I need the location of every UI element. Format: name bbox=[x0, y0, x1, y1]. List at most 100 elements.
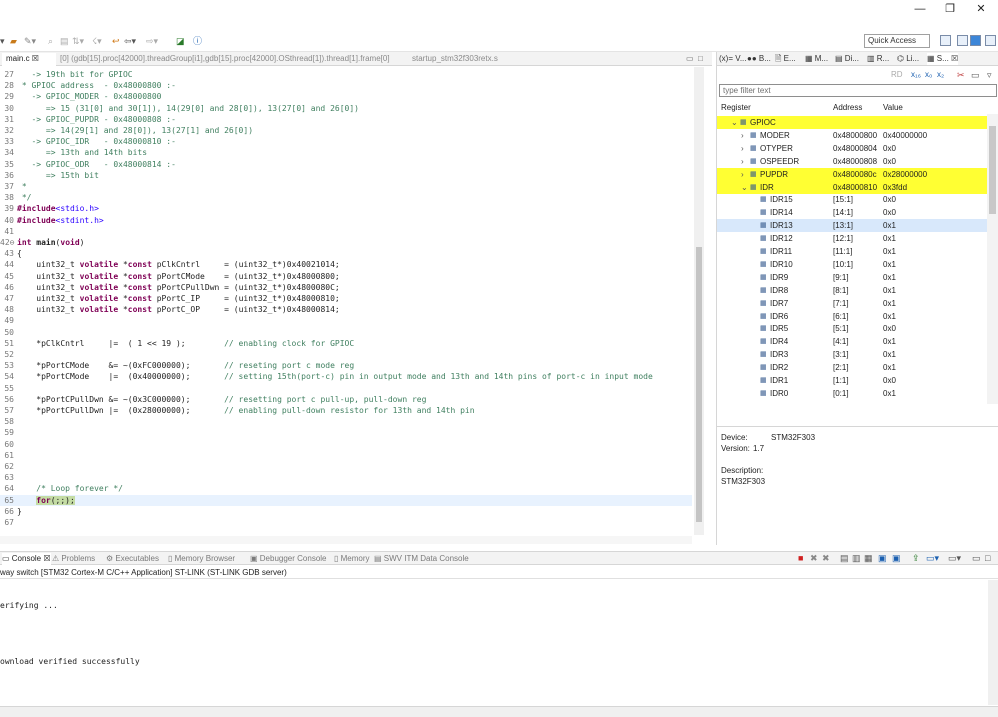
register-value[interactable]: 0x1 bbox=[883, 219, 896, 232]
register-value[interactable]: 0x0 bbox=[883, 193, 896, 206]
code-line[interactable]: 52 bbox=[0, 349, 692, 360]
perspective-icon-1[interactable] bbox=[940, 35, 951, 46]
code-line[interactable]: 33 -> GPIOC_IDR - 0x48000810 :- bbox=[0, 136, 692, 147]
code-text[interactable]: *pPortCMode &= ~(0xFC000000); // resetin… bbox=[14, 360, 354, 371]
show-on-output-icon[interactable]: ▣ bbox=[878, 553, 887, 564]
console-tab-2[interactable]: ⚙ Executables bbox=[106, 553, 159, 565]
register-value[interactable]: 0x0 bbox=[883, 374, 896, 387]
tab-frame[interactable]: [0] (gdb[15].proc[42000].threadGroup[i1]… bbox=[60, 53, 400, 66]
code-line[interactable]: 67 bbox=[0, 517, 692, 528]
code-text[interactable]: uint32_t volatile *const pPortCMode = (u… bbox=[14, 271, 339, 282]
code-line[interactable]: 36 => 15th bit bbox=[0, 170, 692, 181]
register-row[interactable]: ▦ IDR14 [14:1] 0x0 bbox=[717, 206, 987, 219]
code-line[interactable]: 40 #include<stdint.h> bbox=[0, 215, 692, 226]
code-text[interactable]: => 15 (31[0] and 30[1]), 14(29[0] and 28… bbox=[14, 103, 359, 114]
register-value[interactable]: 0x0 bbox=[883, 322, 896, 335]
register-row[interactable]: › ▦ OTYPER 0x48000804 0x0 bbox=[717, 142, 987, 155]
right-tab-4[interactable]: ▤ Di... bbox=[835, 53, 859, 65]
code-line[interactable]: 54 *pPortCMode |= (0x40000000); // setti… bbox=[0, 371, 692, 382]
build-icon[interactable]: ✎▾ bbox=[24, 35, 36, 47]
code-line[interactable]: 60 bbox=[0, 439, 692, 450]
register-row[interactable]: ▦ IDR5 [5:1] 0x0 bbox=[717, 322, 987, 335]
register-value[interactable]: 0x1 bbox=[883, 335, 896, 348]
console-tab-5[interactable]: ▯ Memory bbox=[334, 553, 370, 565]
code-text[interactable]: uint32_t volatile *const pPortCPullDwn =… bbox=[14, 282, 339, 293]
code-line[interactable]: 49 bbox=[0, 315, 692, 326]
code-text[interactable]: for(;;); bbox=[14, 495, 75, 506]
view-menu-icon[interactable]: ▭ bbox=[971, 70, 980, 81]
code-line[interactable]: 41 bbox=[0, 226, 692, 237]
close-window-button[interactable]: ✕ bbox=[966, 2, 996, 18]
right-tab-0[interactable]: (x)= V... bbox=[719, 53, 747, 65]
code-line[interactable]: 37 * bbox=[0, 181, 692, 192]
register-row[interactable]: ▦ IDR15 [15:1] 0x0 bbox=[717, 193, 987, 206]
editor-scroll-thumb[interactable] bbox=[696, 247, 702, 522]
console-tab-1[interactable]: ⚠ Problems bbox=[52, 553, 95, 565]
register-value[interactable]: 0x40000000 bbox=[883, 129, 927, 142]
code-line[interactable]: 53 *pPortCMode &= ~(0xFC000000); // rese… bbox=[0, 360, 692, 371]
rd-button[interactable]: RD bbox=[891, 70, 903, 79]
code-text[interactable]: uint32_t volatile *const pPortC_IP = (ui… bbox=[14, 293, 339, 304]
console-tab-0[interactable]: ▭ Console ☒ bbox=[2, 553, 51, 565]
register-value[interactable]: 0x1 bbox=[883, 310, 896, 323]
display-console-icon[interactable]: ▭▾ bbox=[926, 553, 939, 564]
code-line[interactable]: 43{ bbox=[0, 248, 692, 259]
word-wrap-icon[interactable]: ▦ bbox=[864, 553, 873, 564]
dec-format-icon[interactable]: x₀ bbox=[925, 70, 932, 79]
back-dropdown-icon[interactable]: ⇦▾ bbox=[124, 35, 136, 47]
register-scrollbar[interactable] bbox=[987, 114, 998, 404]
code-text[interactable]: /* Loop forever */ bbox=[14, 483, 123, 494]
register-row[interactable]: › ▦ OSPEEDR 0x48000808 0x0 bbox=[717, 155, 987, 168]
register-value[interactable]: 0x0 bbox=[883, 155, 896, 168]
code-line[interactable]: 64 /* Loop forever */ bbox=[0, 483, 692, 494]
register-value[interactable]: 0x1 bbox=[883, 232, 896, 245]
show-on-error-icon[interactable]: ▣ bbox=[892, 553, 901, 564]
right-tab-2[interactable]: 🗎 E... bbox=[775, 53, 796, 65]
register-value[interactable]: 0x0 bbox=[883, 142, 896, 155]
code-line[interactable]: 31 -> GPIOC_PUPDR - 0x48000808 :- bbox=[0, 114, 692, 125]
bin-format-icon[interactable]: x₂ bbox=[937, 70, 944, 79]
minimize-console-icon[interactable]: ▭ bbox=[972, 553, 981, 564]
code-text[interactable]: *pPortCPullDwn &= ~(0x3C000000); // rese… bbox=[14, 394, 426, 405]
register-row[interactable]: ▦ IDR13 [13:1] 0x1 bbox=[717, 219, 987, 233]
code-line[interactable]: 59 bbox=[0, 427, 692, 438]
open-folder-icon[interactable]: ▰ bbox=[10, 35, 17, 47]
code-text[interactable]: uint32_t volatile *const pClkCntrl = (ui… bbox=[14, 259, 339, 270]
register-row[interactable]: ▦ IDR8 [8:1] 0x1 bbox=[717, 284, 987, 297]
maximize-console-icon[interactable]: □ bbox=[985, 553, 990, 563]
code-text[interactable]: #include<stdio.h> bbox=[14, 203, 99, 214]
register-row[interactable]: › ▦ MODER 0x48000800 0x40000000 bbox=[717, 129, 987, 142]
code-line[interactable]: 30 => 15 (31[0] and 30[1]), 14(29[0] and… bbox=[0, 103, 692, 114]
register-row[interactable]: ▦ IDR0 [0:1] 0x1 bbox=[717, 387, 987, 400]
remove-all-icon[interactable]: ✖ bbox=[822, 553, 830, 564]
right-tab-6[interactable]: ⌬ Li... bbox=[897, 53, 919, 65]
collapse-icon[interactable]: ⌄ bbox=[731, 116, 738, 129]
code-line[interactable]: 45 uint32_t volatile *const pPortCMode =… bbox=[0, 271, 692, 282]
register-row[interactable]: ▦ IDR12 [12:1] 0x1 bbox=[717, 232, 987, 245]
terminate-icon[interactable]: ■ bbox=[798, 553, 803, 563]
register-value[interactable]: 0x1 bbox=[883, 297, 896, 310]
register-value[interactable]: 0x0 bbox=[883, 206, 896, 219]
collapse-icon[interactable]: ⌄ bbox=[741, 181, 748, 194]
register-filter-input[interactable]: type filter text bbox=[719, 84, 997, 97]
hex-format-icon[interactable]: x₁₆ bbox=[911, 70, 921, 79]
toggle-icon[interactable]: ▤ bbox=[60, 35, 69, 47]
right-tab-3[interactable]: ▦ M... bbox=[805, 53, 828, 65]
register-row[interactable]: ▦ IDR1 [1:1] 0x0 bbox=[717, 374, 987, 387]
code-text[interactable]: #include<stdint.h> bbox=[14, 215, 104, 226]
back-icon[interactable]: ↩ bbox=[112, 35, 120, 47]
editor-horizontal-scrollbar[interactable] bbox=[0, 536, 692, 544]
register-row[interactable]: ⌄ ▦ GPIOC bbox=[717, 116, 987, 129]
console-tab-6[interactable]: ▤ SWV ITM Data Console bbox=[374, 553, 469, 565]
remove-launch-icon[interactable]: ✖ bbox=[810, 553, 818, 564]
code-line[interactable]: 58 bbox=[0, 416, 692, 427]
right-tab-7[interactable]: ▦ S... ☒ bbox=[927, 53, 959, 65]
code-line[interactable]: 46 uint32_t volatile *const pPortCPullDw… bbox=[0, 282, 692, 293]
code-text[interactable]: uint32_t volatile *const pPortC_OP = (ui… bbox=[14, 304, 339, 315]
code-line[interactable]: 38 */ bbox=[0, 192, 692, 203]
code-editor[interactable]: 27 -> 19th bit for GPIOC 28 * GPIOC addre… bbox=[0, 67, 692, 535]
tab-startup-file[interactable]: startup_stm32f303retx.s bbox=[412, 53, 532, 66]
register-value[interactable]: 0x1 bbox=[883, 258, 896, 271]
register-row[interactable]: ▦ IDR11 [11:1] 0x1 bbox=[717, 245, 987, 258]
code-line[interactable]: 51 *pClkCntrl |= ( 1 << 19 ); // enablin… bbox=[0, 338, 692, 349]
